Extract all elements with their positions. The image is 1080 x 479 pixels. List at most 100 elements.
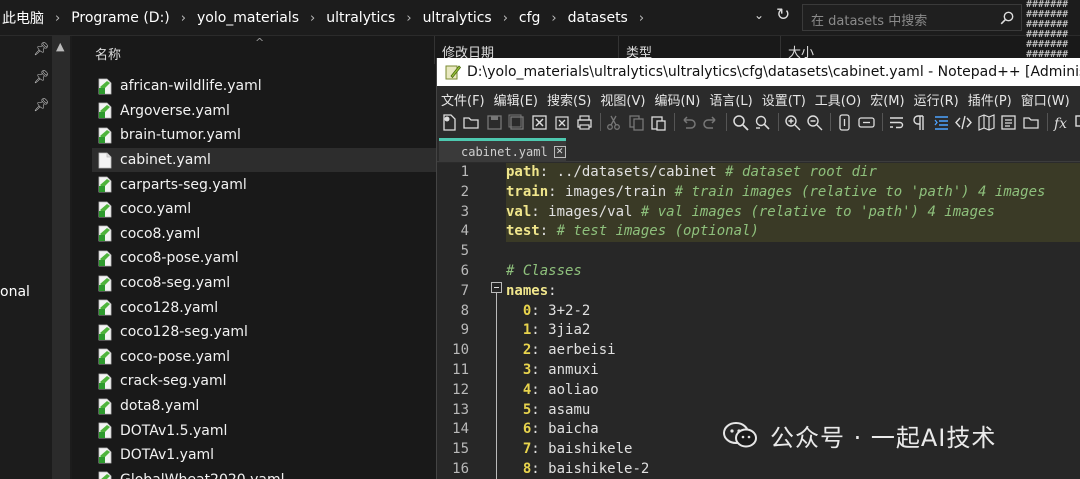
pin-icon[interactable]: 📌︎ [33,42,50,57]
zoom-out-button[interactable] [805,112,825,132]
column-divider[interactable] [434,36,435,64]
close-file-button[interactable] [529,112,549,132]
breadcrumb-chevron-icon[interactable]: › [172,11,195,26]
menu-item[interactable]: 视图(V) [596,90,650,109]
monitor-button[interactable] [1073,112,1080,132]
breadcrumb-chevron-icon[interactable]: › [494,11,517,26]
column-header-name[interactable]: 名称 [95,44,121,63]
close-icon[interactable]: ✕ [553,145,566,158]
file-row[interactable]: cabinet.yaml [92,147,436,173]
menu-item[interactable]: 插件(P) [964,90,1017,109]
copy-button[interactable] [626,112,646,132]
refresh-icon[interactable]: ↻ [776,5,790,25]
replace-button[interactable] [753,112,773,132]
menu-item[interactable]: 运行(R) [910,90,964,109]
nav-scrollbar[interactable] [52,36,70,479]
breadcrumb-item[interactable]: Programe (D:) [69,10,172,26]
breadcrumb-chevron-icon[interactable]: › [46,11,69,26]
save-button[interactable] [484,112,504,132]
breadcrumb-chevron-icon[interactable]: › [542,11,565,26]
new-file-button[interactable] [439,112,459,132]
file-row[interactable]: coco.yaml [92,197,436,222]
menu-item[interactable]: 编码(N) [650,90,705,109]
open-folder-button[interactable] [462,112,482,132]
window-title-bar[interactable]: D:\yolo_materials\ultralytics\ultralytic… [437,58,1080,86]
save-all-button[interactable] [507,112,527,132]
menu-item[interactable]: 编辑(E) [490,90,543,109]
file-row[interactable]: coco8-seg.yaml [92,271,436,296]
indent-guide-button[interactable] [931,112,951,132]
file-row[interactable]: GlobalWheat2020.yaml [92,468,436,479]
code-line[interactable]: 4: aoliao [506,381,1080,401]
menu-item[interactable]: 搜索(S) [543,90,596,109]
scroll-up-icon[interactable]: ▲ [56,40,64,53]
folder-workspace-button[interactable] [1021,112,1041,132]
redo-button[interactable] [701,112,721,132]
code-line[interactable]: names: [506,282,1080,302]
file-row[interactable]: DOTAv1.yaml [92,443,436,468]
breadcrumb-item[interactable]: 此电脑 [0,8,46,28]
paste-button[interactable] [649,112,669,132]
pin-icon[interactable]: 📌︎ [33,70,50,85]
search-input[interactable]: 在 datasets 中搜索 [802,4,1022,31]
file-row[interactable]: DOTAv1.5.yaml [92,418,436,443]
zoom-in-button[interactable] [782,112,802,132]
code-line[interactable]: # Classes [506,262,1080,282]
function-list-button[interactable] [999,112,1019,132]
breadcrumb-item[interactable]: ultralytics [421,10,494,26]
file-row[interactable]: coco128.yaml [92,295,436,320]
menu-item[interactable]: 语言(L) [705,90,757,109]
word-wrap-button[interactable] [886,112,906,132]
cut-button[interactable] [604,112,624,132]
tab-cabinet-yaml[interactable]: cabinet.yaml ✕ [439,138,566,162]
breadcrumb-item[interactable]: datasets [566,10,630,26]
document-map-button[interactable] [976,112,996,132]
menu-item[interactable]: 宏(M) [866,90,909,109]
replace-icon [755,115,770,130]
code-line[interactable]: train: images/train # train images (rela… [506,182,1080,203]
sync-horizontal-button[interactable] [857,112,877,132]
menu-item[interactable]: 工具(O) [811,90,866,109]
file-row[interactable]: coco8-pose.yaml [92,246,436,271]
code-line[interactable]: 2: aerbeisi [506,341,1080,361]
code-line[interactable]: test: # test images (optional) [506,222,1080,243]
find-button[interactable] [730,112,750,132]
breadcrumb[interactable]: 此电脑 › Programe (D:) › yolo_materials › ultraly… [0,4,795,32]
breadcrumb-chevron-icon[interactable]: › [630,11,653,26]
menu-item[interactable]: 窗口(W) [1017,90,1075,109]
nav-item-label[interactable]: onal [0,284,30,300]
file-row[interactable]: coco8.yaml [92,222,436,247]
file-row[interactable]: crack-seg.yaml [92,369,436,394]
breadcrumb-item[interactable]: ultralytics [324,10,397,26]
breadcrumb-item[interactable]: cfg [517,10,543,26]
code-line[interactable]: 0: 3+2-2 [506,302,1080,322]
code-line[interactable]: 8: baishikele-2 [506,460,1080,479]
code-line[interactable]: val: images/val # val images (relative t… [506,202,1080,223]
menu-item[interactable]: 文件(F) [437,90,490,109]
file-row[interactable]: carparts-seg.yaml [92,172,436,197]
breadcrumb-chevron-icon[interactable]: › [301,11,324,26]
function-fx-button[interactable]: fx [1051,112,1071,132]
file-row[interactable]: african-wildlife.yaml [92,74,436,99]
file-row[interactable]: brain-tumor.yaml [92,123,436,148]
fold-toggle-icon[interactable] [491,282,502,293]
print-button[interactable] [574,112,594,132]
pin-icon[interactable]: 📌︎ [33,98,50,113]
breadcrumb-item[interactable]: yolo_materials [195,10,301,26]
show-all-chars-button[interactable] [909,112,929,132]
close-all-button[interactable] [552,112,572,132]
code-line[interactable]: 1: 3jia2 [506,321,1080,341]
file-row[interactable]: dota8.yaml [92,394,436,419]
sync-vertical-button[interactable] [834,112,854,132]
file-row[interactable]: coco128-seg.yaml [92,320,436,345]
undo-button[interactable] [678,112,698,132]
code-line[interactable]: path: ../datasets/cabinet # dataset root… [506,163,1080,183]
breadcrumb-chevron-icon[interactable]: › [397,11,420,26]
xml-tag-button[interactable] [954,112,974,132]
code-line[interactable] [506,242,1080,262]
file-row[interactable]: Argoverse.yaml [92,99,436,124]
address-history-chevron-icon[interactable]: ⌄ [754,8,764,22]
menu-item[interactable]: 设置(T) [758,90,811,109]
code-line[interactable]: 3: anmuxi [506,361,1080,381]
file-row[interactable]: coco-pose.yaml [92,345,436,370]
